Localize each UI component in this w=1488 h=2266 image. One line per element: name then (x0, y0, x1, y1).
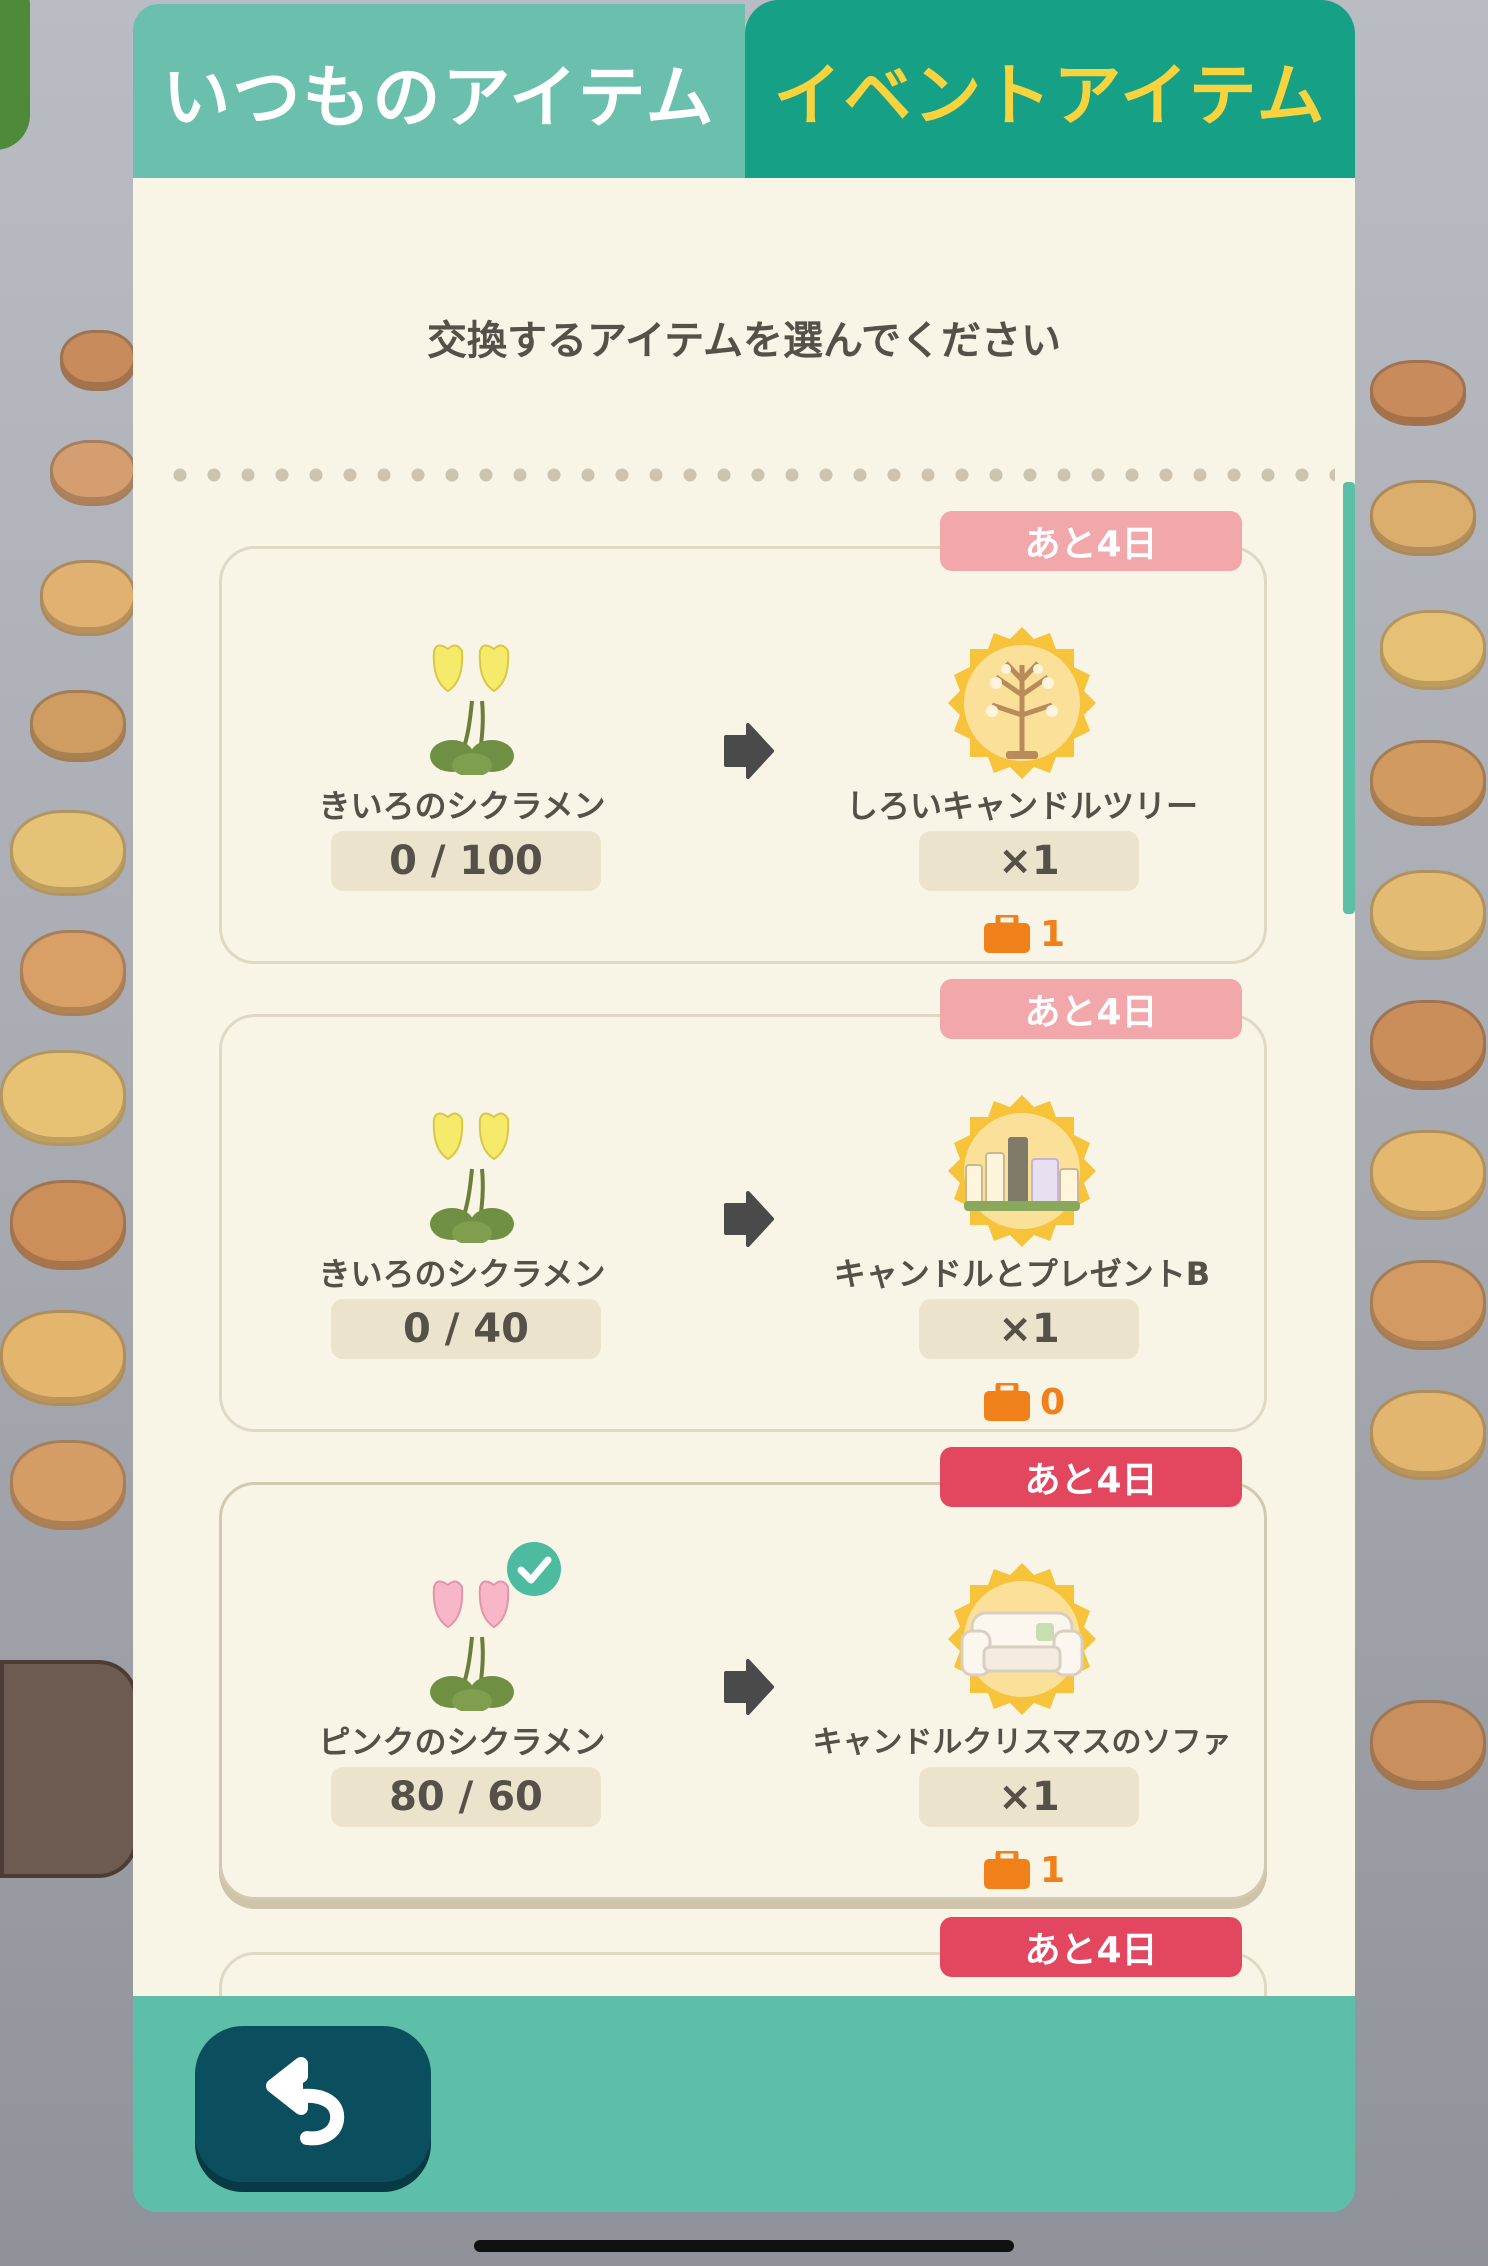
inventory-count: 1 (1040, 913, 1066, 955)
yellow-cyclamen-icon (430, 1112, 514, 1243)
inventory-owned: 1 (984, 911, 1065, 957)
item-list-area[interactable]: 交換するアイテムを選んでください あと4日 きいろのシクラメン 0 / 100 (133, 178, 1355, 1996)
briefcase-icon (984, 1851, 1030, 1889)
candle-present-icon (948, 1095, 1096, 1247)
days-remaining-badge: あと4日 (940, 1447, 1242, 1507)
briefcase-icon (984, 915, 1030, 953)
tab-event-label: イベントアイテム (773, 56, 1327, 136)
exchange-arrow-icon (724, 1191, 774, 1247)
well-decoration (0, 1660, 138, 1878)
reward-quantity: ×1 (919, 831, 1139, 891)
home-indicator[interactable] (474, 2240, 1014, 2252)
required-item-name: きいろのシクラメン (318, 1255, 606, 1293)
briefcase-icon (984, 1383, 1030, 1421)
grass-patch (0, 0, 30, 150)
exchange-item-card[interactable]: あと4日 (219, 1917, 1267, 1996)
inventory-count: 1 (1040, 1849, 1066, 1891)
pink-cyclamen-icon (430, 1580, 514, 1711)
tab-event-items[interactable]: イベントアイテム (745, 0, 1355, 178)
scrollbar[interactable] (1343, 482, 1355, 914)
reward-item-name: キャンドルクリスマスのソファ (812, 1725, 1232, 1760)
exchange-panel: いつものアイテム イベントアイテム 交換するアイテムを選んでください あと4日 … (133, 0, 1355, 2212)
back-arrow-icon (266, 2057, 345, 2146)
candle-tree-icon (948, 627, 1096, 779)
inventory-owned: 1 (984, 1847, 1065, 1893)
required-count: 0 / 40 (331, 1299, 601, 1359)
back-button[interactable] (195, 2026, 431, 2182)
check-icon (507, 1542, 561, 1596)
reward-quantity: ×1 (919, 1299, 1139, 1359)
required-count: 0 / 100 (331, 831, 601, 891)
tab-regular-label: いつものアイテム (162, 58, 716, 138)
exchange-arrow-icon (724, 723, 774, 779)
yellow-cyclamen-icon (430, 644, 514, 775)
required-item-name: ピンクのシクラメン (318, 1723, 606, 1761)
inventory-owned: 0 (984, 1379, 1065, 1425)
required-item-name: きいろのシクラメン (318, 787, 606, 825)
exchange-arrow-icon (724, 1659, 774, 1715)
reward-item-name: しろいキャンドルツリー (845, 787, 1198, 825)
inventory-count: 0 (1040, 1381, 1066, 1423)
exchange-item-card[interactable]: あと4日 きいろのシクラメン 0 / 40 キャンドルとプレゼントB ×1 0 (219, 979, 1267, 1432)
dotted-divider (163, 468, 1335, 482)
days-remaining-badge: あと4日 (940, 979, 1242, 1039)
sofa-icon (948, 1563, 1096, 1715)
days-remaining-badge: あと4日 (940, 1917, 1242, 1977)
exchange-item-card-selected[interactable]: あと4日 ピンクのシクラメン 80 / 60 キャンドルクリスマスのソファ ×1… (219, 1447, 1267, 1900)
reward-quantity: ×1 (919, 1767, 1139, 1827)
days-remaining-badge: あと4日 (940, 511, 1242, 571)
reward-item-name: キャンドルとプレゼントB (833, 1255, 1211, 1293)
footer-bar (133, 1996, 1355, 2212)
tab-regular-items[interactable]: いつものアイテム (133, 4, 745, 178)
required-count: 80 / 60 (331, 1767, 601, 1827)
exchange-item-card[interactable]: あと4日 きいろのシクラメン 0 / 100 しろいキャンドルツリー ×1 1 (219, 511, 1267, 964)
instruction-text: 交換するアイテムを選んでください (427, 318, 1061, 364)
